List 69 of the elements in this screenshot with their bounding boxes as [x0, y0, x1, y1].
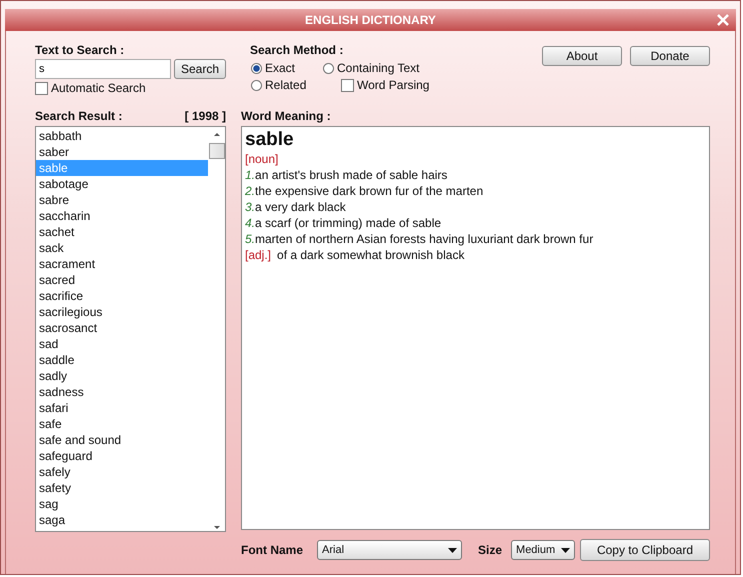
result-item[interactable]: saddle: [36, 352, 208, 368]
result-item[interactable]: sacrament: [36, 256, 208, 272]
sense-text: the expensive dark brown fur of the marten: [255, 184, 484, 198]
close-icon: [716, 13, 730, 27]
part-of-speech: [adj.]: [245, 248, 272, 262]
result-item[interactable]: sadly: [36, 368, 208, 384]
query-input-field[interactable]: s: [35, 59, 171, 79]
search-result-label: Search Result :: [35, 109, 122, 123]
sense-text: an artist's brush made of sable hairs: [255, 168, 448, 182]
result-item[interactable]: safeguard: [36, 448, 208, 464]
headword: sable: [245, 129, 295, 151]
header-button[interactable]: About: [542, 46, 622, 66]
result-item[interactable]: sabotage: [36, 176, 208, 192]
caret-icon: [561, 548, 570, 552]
radio-button[interactable]: [251, 80, 262, 90]
word-parsing-label: Word Parsing: [357, 78, 430, 92]
result-item[interactable]: sacrifice: [36, 288, 208, 304]
scroll-down-icon: [212, 525, 220, 531]
result-item[interactable]: sack: [36, 240, 208, 256]
result-item[interactable]: saga: [36, 512, 208, 528]
sense-text: of a dark somewhat brownish black: [277, 248, 464, 262]
radio-label: Related: [265, 78, 306, 92]
scroll-up-icon: [212, 131, 220, 137]
word-meaning-label: Word Meaning :: [241, 109, 332, 123]
search-method-label: Search Method :: [250, 43, 344, 57]
result-item[interactable]: sadness: [36, 384, 208, 400]
result-item[interactable]: safari: [36, 400, 208, 416]
sense-number: 4.: [245, 216, 256, 230]
font-name-label: Font Name: [241, 543, 304, 557]
sense-text: marten of northern Asian forests having luxuriant dark brown fur: [255, 232, 594, 246]
caret-icon: [448, 548, 458, 552]
search-button[interactable]: Search: [174, 59, 226, 79]
radio-label: Exact: [265, 61, 296, 75]
search-label: Text to Search :: [35, 43, 126, 57]
sense-number: 1.: [245, 168, 256, 182]
sense-text: a scarf (or trimming) made of sable: [255, 216, 442, 230]
result-item[interactable]: safe: [36, 416, 208, 432]
result-item[interactable]: sacrosanct: [36, 320, 208, 336]
copy-button[interactable]: Copy to Clipboard: [580, 539, 710, 561]
scroll-thumb[interactable]: [208, 143, 224, 159]
radio-button[interactable]: [323, 62, 334, 74]
header-button[interactable]: Donate: [630, 46, 710, 66]
radio-label: Containing Text: [337, 61, 420, 75]
sense-number: 2.: [245, 184, 256, 198]
result-item[interactable]: sachet: [36, 224, 208, 240]
result-item[interactable]: saber: [36, 144, 208, 160]
automatic-search-checkbox[interactable]: [35, 82, 48, 94]
window-title: ENGLISH DICTIONARY: [305, 13, 436, 27]
font-dropdown[interactable]: Arial: [317, 540, 462, 560]
result-item[interactable]: safely: [36, 464, 208, 480]
result-item[interactable]: sacrilegious: [36, 304, 208, 320]
result-item[interactable]: sad: [36, 336, 208, 352]
size-label: Size: [478, 543, 502, 557]
automatic-search-label: Automatic Search: [51, 81, 146, 95]
sense-number: 3.: [245, 200, 256, 214]
result-item[interactable]: saccharin: [36, 208, 208, 224]
sense-text: a very dark black: [255, 200, 346, 214]
result-item[interactable]: sabbath: [36, 128, 208, 144]
part-of-speech: [noun]: [245, 151, 280, 167]
result-item[interactable]: sag: [36, 496, 208, 512]
sense-number: 5.: [245, 232, 256, 246]
word-parsing-checkbox[interactable]: [341, 78, 354, 92]
result-item[interactable]: sacred: [36, 272, 208, 288]
size-dropdown[interactable]: Medium: [511, 540, 576, 560]
result-item[interactable]: safe and sound: [36, 432, 208, 448]
result-item[interactable]: safety: [36, 480, 208, 496]
result-item[interactable]: sabre: [36, 192, 208, 208]
result-count: [ 1998 ]: [184, 109, 226, 123]
radio-button[interactable]: [251, 62, 262, 74]
